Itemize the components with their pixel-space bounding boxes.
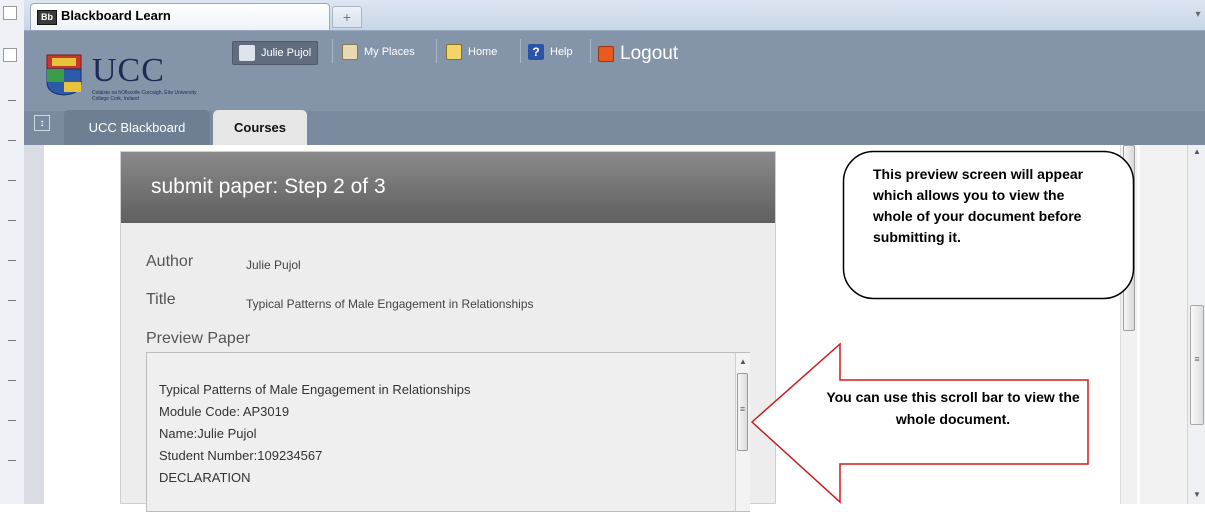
my-places-link[interactable]: My Places <box>342 41 415 63</box>
blackboard-header: UCC Coláiste na hOllscoile Corcaigh, Éir… <box>24 31 1205 145</box>
ruler-tick <box>8 460 16 461</box>
user-avatar-icon <box>239 45 255 61</box>
panel-header: submit paper: Step 2 of 3 <box>121 152 775 223</box>
user-name-label: Julie Pujol <box>261 47 312 59</box>
preview-line: Typical Patterns of Male Engagement in R… <box>159 382 471 397</box>
my-places-icon <box>342 44 358 60</box>
toolbar-divider <box>520 39 521 63</box>
ruler-tick <box>8 380 16 381</box>
help-label: Help <box>550 46 573 58</box>
tab-scroll-arrow-icon[interactable]: ▾ <box>1191 4 1205 26</box>
ucc-logo-subtext: Coláiste na hOllscoile Corcaigh, Éire Un… <box>92 90 197 102</box>
preview-line: Module Code: AP3019 <box>159 404 290 419</box>
vertical-ruler <box>0 0 25 504</box>
ucc-logo-text: UCC <box>92 52 165 89</box>
logout-link[interactable]: Logout <box>598 43 678 65</box>
browser-tab-title: Blackboard Learn <box>61 8 171 23</box>
ucc-crest-icon <box>46 54 82 96</box>
ruler-tick <box>8 180 16 181</box>
ruler-tick <box>8 260 16 261</box>
title-label: Title <box>146 291 176 308</box>
grip-icon: ≡ <box>739 404 746 414</box>
ruler-tick <box>8 220 16 221</box>
preview-scrollbar-thumb[interactable]: ≡ <box>737 373 748 451</box>
toolbar-divider <box>436 39 437 63</box>
logout-label: Logout <box>620 43 679 64</box>
help-icon: ? <box>528 44 544 60</box>
ruler-tick <box>8 340 16 341</box>
home-link[interactable]: Home <box>446 41 497 63</box>
page-scrollbar-thumb[interactable]: ≡ <box>1190 305 1204 425</box>
page-title: submit paper: Step 2 of 3 <box>151 175 386 198</box>
page-scrollbar[interactable]: ▲ ≡ ▼ <box>1187 145 1205 504</box>
toolbar-divider <box>332 39 333 63</box>
ruler-box <box>3 6 17 20</box>
callout-text: This preview screen will appear which al… <box>873 166 1084 245</box>
tab-courses[interactable]: Courses <box>213 110 307 145</box>
preview-line: DECLARATION <box>159 470 251 485</box>
user-menu-button[interactable]: Julie Pujol <box>232 41 319 65</box>
ruler-tick <box>8 420 16 421</box>
preview-line: Student Number:109234567 <box>159 448 323 463</box>
scroll-down-arrow-icon[interactable]: ▼ <box>1188 488 1205 502</box>
browser-tab[interactable]: Bb Blackboard Learn <box>30 3 330 30</box>
home-label: Home <box>468 46 498 58</box>
toolbar-divider <box>590 39 591 63</box>
scroll-up-arrow-icon[interactable]: ▲ <box>1188 145 1205 159</box>
home-icon <box>446 44 462 60</box>
grip-icon: ≡ <box>1194 354 1200 364</box>
tab-ucc-blackboard[interactable]: UCC Blackboard <box>64 110 210 145</box>
preview-paper-label: Preview Paper <box>146 330 251 347</box>
logout-icon <box>598 46 614 62</box>
preview-line: Name:Julie Pujol <box>159 426 257 441</box>
ruler-tick <box>8 140 16 141</box>
new-tab-button[interactable]: + <box>332 6 362 28</box>
ruler-box <box>3 48 17 62</box>
ruler-tick <box>8 300 16 301</box>
expand-collapse-icon[interactable]: ↕ <box>34 115 50 131</box>
paper-preview-box[interactable]: Typical Patterns of Male Engagement in R… <box>146 352 750 512</box>
blackboard-favicon-icon: Bb <box>37 10 57 25</box>
my-places-label: My Places <box>364 46 415 58</box>
submit-paper-panel: submit paper: Step 2 of 3 Author Julie P… <box>120 151 776 512</box>
author-label: Author <box>146 253 194 270</box>
content-gutter <box>24 145 45 504</box>
help-link[interactable]: ? Help <box>528 41 573 63</box>
ruler-tick <box>8 100 16 101</box>
author-value: Julie Pujol <box>246 258 301 272</box>
ucc-logo[interactable]: UCC Coláiste na hOllscoile Corcaigh, Éir… <box>46 52 197 110</box>
browser-tab-strip: Bb Blackboard Learn + ▾ <box>24 0 1205 31</box>
arrow-annotation-text: You can use this scroll bar to view the … <box>826 389 1080 427</box>
title-value: Typical Patterns of Male Engagement in R… <box>246 297 534 311</box>
